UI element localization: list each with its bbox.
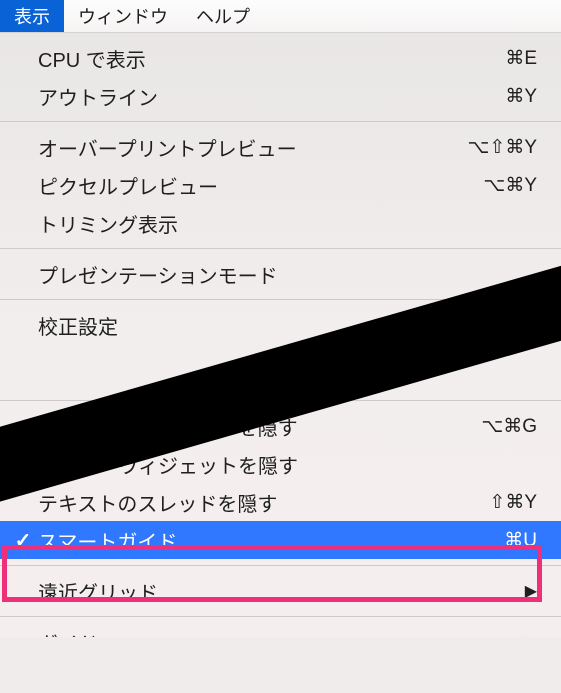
menu-label: トリミング表示	[38, 209, 537, 238]
item-proof-setup[interactable]: 校正設定 ▶	[0, 306, 561, 344]
menu-label: テキストのスレッドを隠す	[38, 488, 489, 517]
submenu-arrow-icon: ▶	[525, 315, 537, 335]
item-hide-gradient-guide[interactable]: グラデーションガイドを隠す ⌥⌘G	[0, 407, 561, 445]
menu-label: スマートガイド	[38, 526, 504, 555]
menu-label: コーナーウィジェットを隠す	[38, 450, 537, 479]
menu-label: CPU で表示	[38, 44, 505, 73]
menu-view[interactable]: 表示	[0, 0, 64, 32]
menu-label: 遠近グリッド	[38, 577, 519, 606]
shortcut: ⌥⌘G	[481, 415, 537, 438]
shortcut: ⌘U	[504, 529, 537, 552]
submenu-arrow-icon: ▶	[525, 581, 537, 601]
menu-label: アウトライン	[38, 82, 505, 111]
menu-help[interactable]: ヘルプ	[182, 0, 264, 32]
item-cpu-preview[interactable]: CPU で表示 ⌘E	[0, 39, 561, 77]
view-dropdown: CPU で表示 ⌘E アウトライン ⌘Y オーバープリントプレビュー ⌥⇧⌘Y …	[0, 33, 561, 637]
item-hide-corner-widget[interactable]: コーナーウィジェットを隠す	[0, 445, 561, 483]
shortcut: ⇧⌘Y	[489, 491, 537, 514]
item-smart-guides[interactable]: ✓ スマートガイド ⌘U	[0, 521, 561, 559]
item-guides[interactable]: ガイド ▶	[0, 623, 561, 637]
menu-label: グラデーションガト の隙間を表示	[38, 361, 537, 390]
item-presentation-mode[interactable]: プレゼンテーションモード	[0, 255, 561, 293]
item-outline[interactable]: アウトライン ⌘Y	[0, 77, 561, 115]
menu-label: ピクセルプレビュー	[38, 171, 483, 200]
shortcut: ⌥⇧⌘Y	[468, 136, 538, 159]
menu-window[interactable]: ウィンドウ	[64, 0, 182, 32]
shortcut: ⌘E	[505, 47, 537, 70]
shortcut: ⌥⌘Y	[483, 174, 537, 197]
submenu-arrow-icon: ▶	[525, 632, 537, 637]
item-hide-text-threads[interactable]: テキストのスレッドを隠す ⇧⌘Y	[0, 483, 561, 521]
shortcut: ⌘Y	[505, 85, 537, 108]
item-overprint-preview[interactable]: オーバープリントプレビュー ⌥⇧⌘Y	[0, 128, 561, 166]
menu-label: ガイド	[38, 628, 519, 638]
item-trim-view[interactable]: トリミング表示	[0, 204, 561, 242]
checkmark-icon: ✓	[8, 528, 38, 553]
menu-label: プレゼンテーションモード	[38, 260, 537, 289]
menu-label: グラデーションガイドを隠す	[38, 412, 481, 441]
item-perspective-grid[interactable]: 遠近グリッド ▶	[0, 572, 561, 610]
menu-label: オーバープリントプレビュー	[38, 133, 468, 162]
item-pixel-preview[interactable]: ピクセルプレビュー ⌥⌘Y	[0, 166, 561, 204]
menubar: 表示 ウィンドウ ヘルプ	[0, 0, 561, 33]
item-show-gaps[interactable]: グラデーションガト の隙間を表示	[0, 356, 561, 394]
menu-label: 校正設定	[38, 311, 519, 340]
